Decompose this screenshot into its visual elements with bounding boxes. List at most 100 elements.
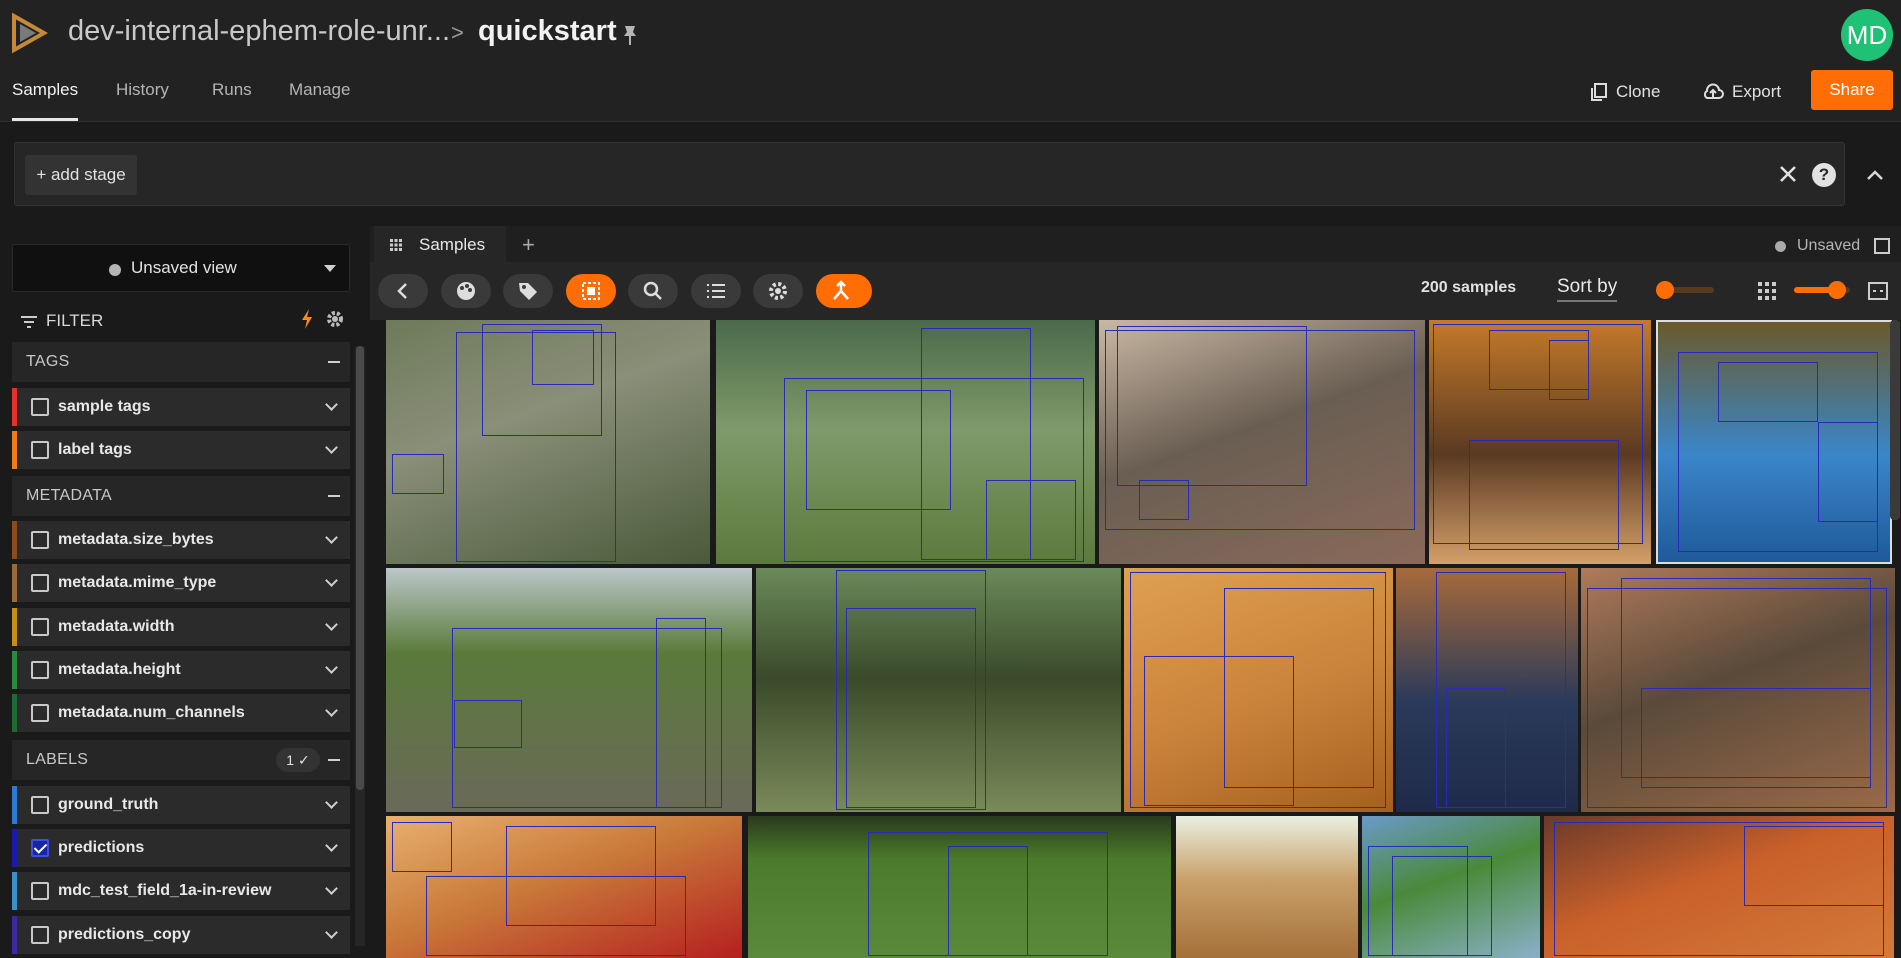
tile-dinner[interactable]	[1429, 320, 1651, 564]
tile-bird[interactable]	[386, 320, 710, 564]
tile-cake[interactable]	[1656, 320, 1892, 564]
sidebar-item-mdc-test-field[interactable]: mdc_test_field_1a-in-review	[12, 872, 350, 910]
confidence-slider[interactable]	[1656, 281, 1714, 299]
tile-orange-cat[interactable]	[1124, 568, 1393, 812]
sidebar-item-num-channels[interactable]: metadata.num_channels	[12, 694, 350, 732]
tab-manage[interactable]: Manage	[289, 80, 350, 100]
clone-button[interactable]: Clone	[1590, 82, 1660, 102]
metadata-section-header[interactable]: METADATA	[12, 476, 350, 516]
share-button[interactable]: Share	[1811, 70, 1893, 110]
sort-by-button[interactable]: Sort by	[1557, 276, 1618, 302]
checkbox[interactable]	[31, 661, 49, 679]
tab-history[interactable]: History	[116, 80, 169, 100]
select-mode-button[interactable]	[566, 274, 616, 308]
clear-stages-icon[interactable]	[1777, 163, 1799, 185]
gear-icon[interactable]	[324, 308, 346, 330]
settings-button[interactable]	[753, 274, 803, 308]
chevron-down-icon[interactable]	[325, 839, 338, 852]
slider-knob[interactable]	[1656, 281, 1674, 299]
sidebar-item-width[interactable]: metadata.width	[12, 608, 350, 646]
chevron-down-icon[interactable]	[325, 661, 338, 674]
layout-icon[interactable]	[1874, 238, 1890, 254]
sidebar-item-height[interactable]: metadata.height	[12, 651, 350, 689]
sidebar-item-mime-type[interactable]: metadata.mime_type	[12, 564, 350, 602]
checkbox[interactable]	[31, 882, 49, 900]
checkbox[interactable]	[31, 398, 49, 416]
collapse-minus-icon[interactable]	[328, 361, 340, 363]
sidebar-item-predictions-copy[interactable]: predictions_copy	[12, 916, 350, 954]
chevron-down-icon[interactable]	[325, 441, 338, 454]
panel-tab-label: Samples	[419, 235, 486, 254]
sidebar-item-size-bytes[interactable]: metadata.size_bytes	[12, 521, 350, 559]
chevron-down-icon[interactable]	[325, 618, 338, 631]
zoom-slider[interactable]	[1794, 281, 1850, 299]
user-avatar[interactable]: MD	[1841, 9, 1893, 61]
checkbox[interactable]	[31, 618, 49, 636]
grid-scrollbar[interactable]	[1890, 320, 1900, 520]
view-selector[interactable]: Unsaved view	[12, 244, 350, 292]
export-button[interactable]: Export	[1702, 82, 1781, 102]
checkbox[interactable]	[31, 441, 49, 459]
chevron-down-icon[interactable]	[325, 704, 338, 717]
labels-count-badge[interactable]: 1 ✓	[276, 748, 320, 772]
expand-icon[interactable]	[1868, 282, 1888, 300]
tile-man-tie[interactable]	[1396, 568, 1578, 812]
sidebar-item-ground-truth[interactable]: ground_truth	[12, 786, 350, 824]
tile-cow[interactable]	[756, 568, 1121, 812]
sidebar-item-label-tags[interactable]: label tags	[12, 431, 350, 469]
sidebar-item-sample-tags[interactable]: sample tags	[12, 388, 350, 426]
help-icon[interactable]: ?	[1812, 163, 1836, 187]
chevron-down-icon[interactable]	[325, 796, 338, 809]
tab-runs[interactable]: Runs	[212, 80, 252, 100]
chevron-down-icon[interactable]	[325, 398, 338, 411]
grid-size-icon[interactable]	[1758, 282, 1776, 300]
panel-tab-strip: Samples + Unsaved	[370, 226, 1901, 262]
tile-train[interactable]	[386, 568, 752, 812]
checkbox[interactable]	[31, 796, 49, 814]
checkbox[interactable]	[31, 926, 49, 944]
dataset-path-breadcrumb[interactable]: dev-internal-ephem-role-unr...	[68, 15, 450, 48]
checkbox[interactable]	[31, 704, 49, 722]
tags-section-header[interactable]: TAGS	[12, 342, 350, 382]
tile-food-plate[interactable]	[386, 816, 742, 958]
caret-down-icon	[324, 265, 336, 272]
list-button[interactable]	[691, 274, 741, 308]
tile-cat-bowl[interactable]	[1581, 568, 1895, 812]
checkbox[interactable]	[31, 531, 49, 549]
checkbox[interactable]	[31, 574, 49, 592]
filter-icon[interactable]	[20, 315, 38, 329]
collapse-minus-icon[interactable]	[328, 759, 340, 761]
color-palette-button[interactable]	[441, 274, 491, 308]
app-logo-icon[interactable]	[10, 12, 48, 54]
add-stage-button[interactable]: + add stage	[25, 155, 137, 195]
tile-bear[interactable]	[1176, 816, 1358, 958]
tag-button[interactable]	[503, 274, 553, 308]
chevron-down-icon[interactable]	[325, 882, 338, 895]
tile-teddy[interactable]	[1362, 816, 1540, 958]
add-panel-button[interactable]: +	[522, 232, 535, 258]
sidebar-item-predictions[interactable]: predictions	[12, 829, 350, 867]
tile-horse-rider[interactable]	[716, 320, 1095, 564]
collapse-minus-icon[interactable]	[328, 495, 340, 497]
chevron-down-icon[interactable]	[325, 531, 338, 544]
lightning-icon[interactable]	[300, 308, 314, 330]
panel-tab-samples[interactable]: Samples	[374, 226, 506, 262]
sample-grid[interactable]	[386, 320, 1901, 958]
chevron-down-icon[interactable]	[325, 926, 338, 939]
view-stages-bar[interactable]: + add stage ?	[14, 142, 1845, 206]
slider-knob[interactable]	[1828, 281, 1846, 299]
tile-pizza[interactable]	[1544, 816, 1894, 958]
bounding-box	[454, 700, 522, 748]
search-button[interactable]	[628, 274, 678, 308]
tile-dogs[interactable]	[748, 816, 1171, 958]
collapse-chevron-icon[interactable]	[1864, 164, 1886, 186]
merge-button[interactable]	[816, 274, 872, 308]
chevron-down-icon[interactable]	[325, 574, 338, 587]
checkbox-checked[interactable]	[31, 839, 49, 857]
back-button[interactable]	[378, 274, 428, 308]
tab-samples[interactable]: Samples	[12, 80, 78, 100]
tile-cat-rug[interactable]	[1099, 320, 1425, 564]
sidebar-scrollbar-thumb[interactable]	[356, 346, 364, 790]
pin-icon[interactable]	[620, 24, 640, 46]
labels-section-header[interactable]: LABELS 1 ✓	[12, 740, 350, 780]
